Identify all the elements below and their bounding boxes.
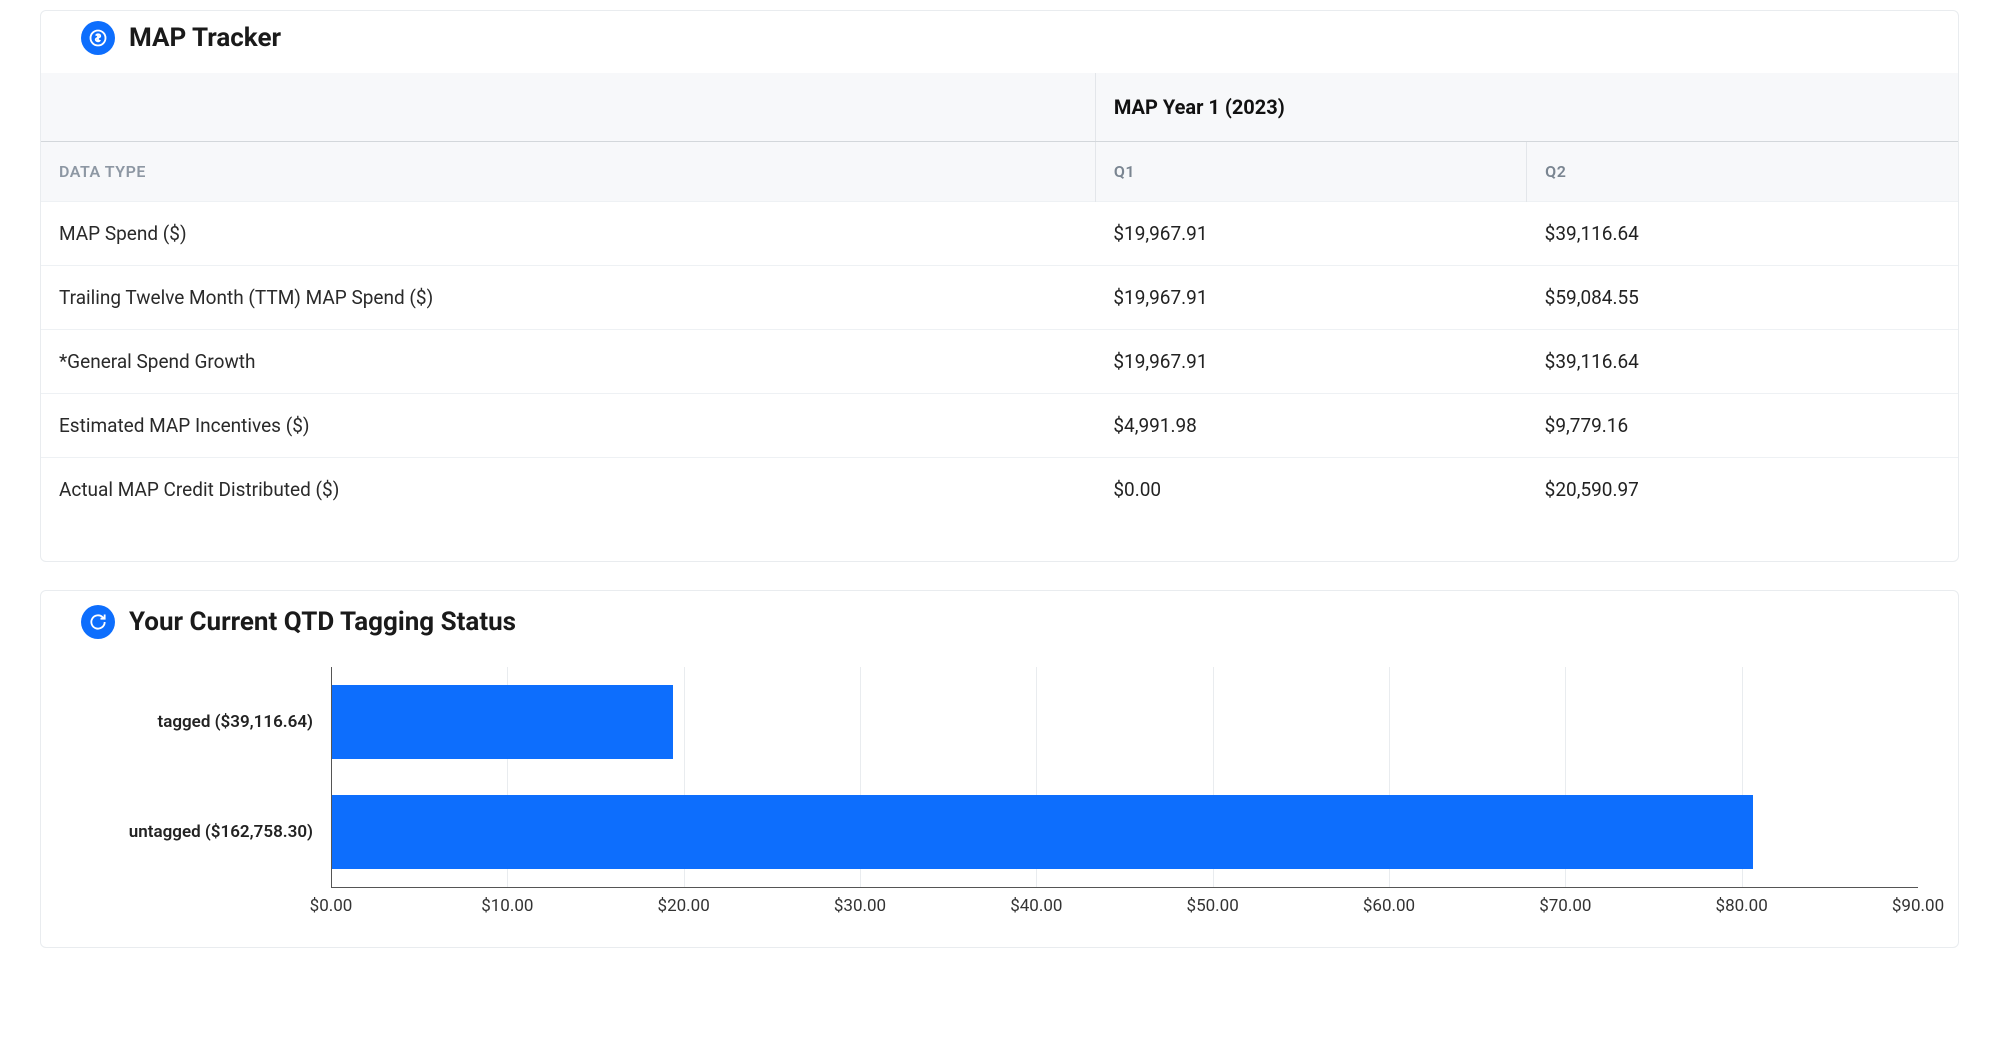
tagging-status-title: Your Current QTD Tagging Status	[129, 607, 516, 637]
chart-y-label: tagged ($39,116.64)	[81, 667, 331, 777]
table-row: MAP Spend ($) $19,967.91 $39,116.64	[41, 202, 1958, 266]
table-row: Estimated MAP Incentives ($) $4,991.98 $…	[41, 394, 1958, 458]
table-header-q2: Q2	[1527, 142, 1958, 202]
chart-x-tick: $10.00	[481, 896, 533, 916]
table-header-q1: Q1	[1095, 142, 1526, 202]
refresh-icon	[81, 605, 115, 639]
chart-x-axis: $0.00$10.00$20.00$30.00$40.00$50.00$60.0…	[331, 887, 1918, 917]
tagging-status-header: Your Current QTD Tagging Status	[81, 591, 1918, 657]
dollar-icon	[81, 21, 115, 55]
chart-x-tick: $90.00	[1892, 896, 1944, 916]
row-q1: $4,991.98	[1095, 394, 1526, 458]
row-q1: $19,967.91	[1095, 330, 1526, 394]
chart-y-label: untagged ($162,758.30)	[81, 777, 331, 887]
chart-x-tick: $50.00	[1187, 896, 1239, 916]
row-q1: $19,967.91	[1095, 202, 1526, 266]
table-header-blank	[41, 73, 1095, 142]
tagging-chart: tagged ($39,116.64) untagged ($162,758.3…	[41, 657, 1958, 947]
chart-x-tick: $60.00	[1363, 896, 1415, 916]
table-row: Trailing Twelve Month (TTM) MAP Spend ($…	[41, 266, 1958, 330]
row-label: MAP Spend ($)	[41, 202, 1095, 266]
map-tracker-panel: MAP Tracker MAP Year 1 (2023) DATA TYPE …	[40, 10, 1959, 562]
row-label: Actual MAP Credit Distributed ($)	[41, 458, 1095, 522]
table-row: Actual MAP Credit Distributed ($) $0.00 …	[41, 458, 1958, 522]
row-q2: $20,590.97	[1527, 458, 1958, 522]
chart-x-tick: $70.00	[1539, 896, 1591, 916]
row-label: Estimated MAP Incentives ($)	[41, 394, 1095, 458]
row-q2: $39,116.64	[1527, 330, 1958, 394]
table-header-year: MAP Year 1 (2023)	[1095, 73, 1958, 142]
chart-plot	[331, 667, 1918, 887]
chart-x-tick: $40.00	[1010, 896, 1062, 916]
row-label: Trailing Twelve Month (TTM) MAP Spend ($…	[41, 266, 1095, 330]
chart-y-labels: tagged ($39,116.64) untagged ($162,758.3…	[81, 667, 331, 887]
tagging-status-panel: Your Current QTD Tagging Status tagged (…	[40, 590, 1959, 948]
chart-x-tick: $80.00	[1716, 896, 1768, 916]
table-header-datatype: DATA TYPE	[41, 142, 1095, 202]
chart-x-tick: $30.00	[834, 896, 886, 916]
row-q2: $39,116.64	[1527, 202, 1958, 266]
row-q1: $0.00	[1095, 458, 1526, 522]
chart-x-tick: $0.00	[310, 896, 353, 916]
chart-bar-untagged	[332, 795, 1753, 870]
map-tracker-header: MAP Tracker	[81, 11, 1918, 73]
map-tracker-title: MAP Tracker	[129, 23, 281, 53]
row-label: *General Spend Growth	[41, 330, 1095, 394]
chart-x-tick: $20.00	[658, 896, 710, 916]
row-q2: $9,779.16	[1527, 394, 1958, 458]
row-q1: $19,967.91	[1095, 266, 1526, 330]
chart-bar-tagged	[332, 685, 673, 760]
table-row: *General Spend Growth $19,967.91 $39,116…	[41, 330, 1958, 394]
row-q2: $59,084.55	[1527, 266, 1958, 330]
map-tracker-table: MAP Year 1 (2023) DATA TYPE Q1 Q2 MAP Sp…	[41, 73, 1958, 521]
